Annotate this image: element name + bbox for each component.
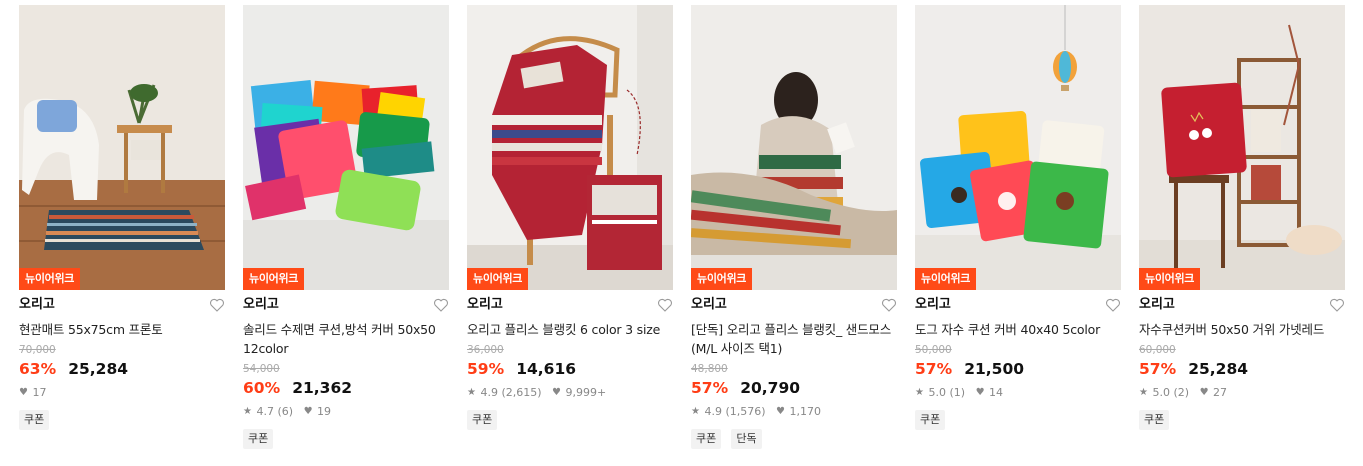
like-count: 27 (1213, 386, 1228, 399)
like-count: 17 (32, 386, 47, 399)
coupon-tag: 쿠폰 (915, 410, 946, 430)
heart-outline-icon[interactable] (209, 297, 225, 313)
product-name[interactable]: 솔리드 수제면 쿠션,방석 커버 50x50 12color (243, 320, 449, 358)
heart-outline-icon[interactable] (657, 297, 673, 313)
product-image[interactable]: 뉴이어위크 (467, 5, 673, 290)
heart-outline-icon[interactable] (433, 297, 449, 313)
brand-name[interactable]: 오리고 (19, 295, 225, 315)
product-grid: 뉴이어위크 오리고 현관매트 55x75cm 프론토 70,000 63% 25… (0, 0, 1363, 466)
coupon-tag: 쿠폰 (691, 429, 722, 449)
sale-price: 25,284 (68, 360, 129, 378)
sale-price: 14,616 (516, 360, 577, 378)
discount-rate: 57% (915, 360, 953, 378)
star-icon: ★ (915, 387, 924, 398)
product-stats: ★ 4.7 (6) ♥ 19 (243, 404, 449, 420)
sale-price: 21,362 (292, 379, 353, 397)
promo-badge: 뉴이어위크 (691, 268, 753, 290)
review-count: (1) (949, 386, 966, 399)
heart-filled-icon: ♥ (19, 387, 28, 398)
sale-price: 20,790 (740, 379, 801, 397)
rating-score: 4.7 (256, 405, 274, 418)
product-image[interactable]: 뉴이어위크 (915, 5, 1121, 290)
product-stats: ★ 5.0 (2) ♥ 27 (1139, 385, 1345, 401)
heart-filled-icon: ♥ (975, 387, 985, 398)
review-count: (2,615) (501, 386, 542, 399)
brand-name[interactable]: 오리고 (243, 295, 449, 315)
rating-score: 5.0 (928, 386, 946, 399)
promo-badge: 뉴이어위크 (1139, 268, 1201, 290)
product-image[interactable]: 뉴이어위크 (243, 5, 449, 290)
discount-rate: 59% (467, 360, 505, 378)
original-price: 60,000 (1139, 344, 1176, 356)
promo-badge: 뉴이어위크 (915, 268, 977, 290)
discount-rate: 60% (243, 379, 281, 397)
original-price: 36,000 (467, 344, 504, 356)
original-price: 48,800 (691, 363, 728, 375)
rating-score: 4.9 (480, 386, 498, 399)
rating-score: 5.0 (1152, 386, 1170, 399)
heart-filled-icon: ♥ (1199, 387, 1209, 398)
heart-outline-icon[interactable] (1329, 297, 1345, 313)
product-card[interactable]: 뉴이어위크 오리고 자수쿠션커버 50x50 거위 가넷레드 60,000 57… (1139, 5, 1345, 430)
heart-filled-icon: ♥ (776, 406, 786, 417)
review-count: (2) (1173, 386, 1190, 399)
discount-rate: 57% (691, 379, 729, 397)
coupon-tag: 쿠폰 (467, 410, 498, 430)
product-name[interactable]: 도그 자수 쿠션 커버 40x40 5color (915, 320, 1121, 339)
like-count: 1,170 (789, 405, 822, 418)
review-count: (1,576) (725, 405, 766, 418)
original-price: 70,000 (19, 344, 56, 356)
product-card[interactable]: 뉴이어위크 오리고 오리고 플리스 블랭킷 6 color 3 size 36,… (467, 5, 673, 430)
heart-filled-icon: ♥ (552, 387, 562, 398)
like-count: 19 (317, 405, 332, 418)
like-count: 14 (989, 386, 1004, 399)
heart-outline-icon[interactable] (1105, 297, 1121, 313)
promo-badge: 뉴이어위크 (243, 268, 305, 290)
product-name[interactable]: [단독] 오리고 플리스 블랭킷_ 샌드모스 (M/L 사이즈 택1) (691, 320, 897, 358)
exclusive-tag: 단독 (731, 429, 762, 449)
brand-name[interactable]: 오리고 (691, 295, 897, 315)
coupon-tag: 쿠폰 (19, 410, 50, 430)
original-price: 50,000 (915, 344, 952, 356)
product-name[interactable]: 오리고 플리스 블랭킷 6 color 3 size (467, 320, 673, 339)
coupon-tag: 쿠폰 (243, 429, 274, 449)
star-icon: ★ (243, 406, 252, 417)
brand-name[interactable]: 오리고 (1139, 295, 1345, 315)
original-price: 54,000 (243, 363, 280, 375)
product-name[interactable]: 자수쿠션커버 50x50 거위 가넷레드 (1139, 320, 1345, 339)
star-icon: ★ (1139, 387, 1148, 398)
product-image[interactable]: 뉴이어위크 (19, 5, 225, 290)
promo-badge: 뉴이어위크 (467, 268, 529, 290)
review-count: (6) (277, 405, 294, 418)
product-image[interactable]: 뉴이어위크 (691, 5, 897, 290)
promo-badge: 뉴이어위크 (19, 268, 81, 290)
product-name[interactable]: 현관매트 55x75cm 프론토 (19, 320, 225, 339)
sale-price: 25,284 (1188, 360, 1249, 378)
discount-rate: 63% (19, 360, 57, 378)
product-stats: ★ 4.9 (1,576) ♥ 1,170 (691, 404, 897, 420)
product-card[interactable]: 뉴이어위크 오리고 현관매트 55x75cm 프론토 70,000 63% 25… (19, 5, 225, 430)
rating-score: 4.9 (704, 405, 722, 418)
discount-rate: 57% (1139, 360, 1177, 378)
heart-outline-icon[interactable] (881, 297, 897, 313)
sale-price: 21,500 (964, 360, 1025, 378)
product-card[interactable]: 뉴이어위크 오리고 [단독] 오리고 플리스 블랭킷_ 샌드모스 (M/L 사이… (691, 5, 897, 449)
coupon-tag: 쿠폰 (1139, 410, 1170, 430)
heart-filled-icon: ♥ (303, 406, 313, 417)
like-count: 9,999+ (565, 386, 607, 399)
product-image[interactable]: 뉴이어위크 (1139, 5, 1345, 290)
star-icon: ★ (691, 406, 700, 417)
product-stats: ♥ 17 (19, 385, 225, 401)
product-card[interactable]: 뉴이어위크 오리고 솔리드 수제면 쿠션,방석 커버 50x50 12color… (243, 5, 449, 449)
brand-name[interactable]: 오리고 (915, 295, 1121, 315)
star-icon: ★ (467, 387, 476, 398)
product-stats: ★ 4.9 (2,615) ♥ 9,999+ (467, 385, 673, 401)
brand-name[interactable]: 오리고 (467, 295, 673, 315)
product-card[interactable]: 뉴이어위크 오리고 도그 자수 쿠션 커버 40x40 5color 50,00… (915, 5, 1121, 430)
product-stats: ★ 5.0 (1) ♥ 14 (915, 385, 1121, 401)
